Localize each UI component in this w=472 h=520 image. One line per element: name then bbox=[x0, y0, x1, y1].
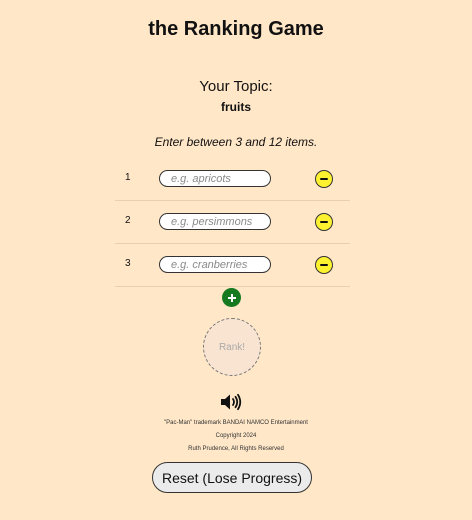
item-input[interactable] bbox=[159, 170, 271, 187]
instructions-text: Enter between 3 and 12 items. bbox=[154, 135, 318, 149]
item-input[interactable] bbox=[159, 256, 271, 273]
minus-icon bbox=[320, 178, 328, 180]
item-input[interactable] bbox=[159, 213, 271, 230]
remove-item-button[interactable] bbox=[315, 256, 333, 274]
trademark-notice: "Pac-Man" trademark BANDAI NAMCO Enterta… bbox=[164, 420, 308, 426]
speaker-icon[interactable] bbox=[220, 393, 242, 411]
rank-button[interactable]: Rank! bbox=[203, 318, 261, 376]
item-list: 1 2 3 bbox=[115, 158, 350, 287]
page-title: the Ranking Game bbox=[148, 18, 324, 40]
add-item-button[interactable] bbox=[222, 288, 241, 307]
copyright-notice: Copyright 2024 bbox=[215, 433, 257, 439]
item-row: 3 bbox=[115, 244, 350, 287]
rights-notice: Ruth Prudence, All Rights Reserved bbox=[188, 446, 284, 452]
item-number: 1 bbox=[125, 172, 131, 183]
minus-icon bbox=[320, 264, 328, 266]
minus-icon bbox=[320, 221, 328, 223]
item-row: 2 bbox=[115, 201, 350, 244]
reset-button[interactable]: Reset (Lose Progress) bbox=[152, 462, 312, 493]
remove-item-button[interactable] bbox=[315, 213, 333, 231]
remove-item-button[interactable] bbox=[315, 170, 333, 188]
item-number: 3 bbox=[125, 258, 131, 269]
item-number: 2 bbox=[125, 215, 131, 226]
topic-label: Your Topic: bbox=[199, 78, 273, 95]
topic-value: fruits bbox=[221, 100, 251, 114]
item-row: 1 bbox=[115, 158, 350, 201]
